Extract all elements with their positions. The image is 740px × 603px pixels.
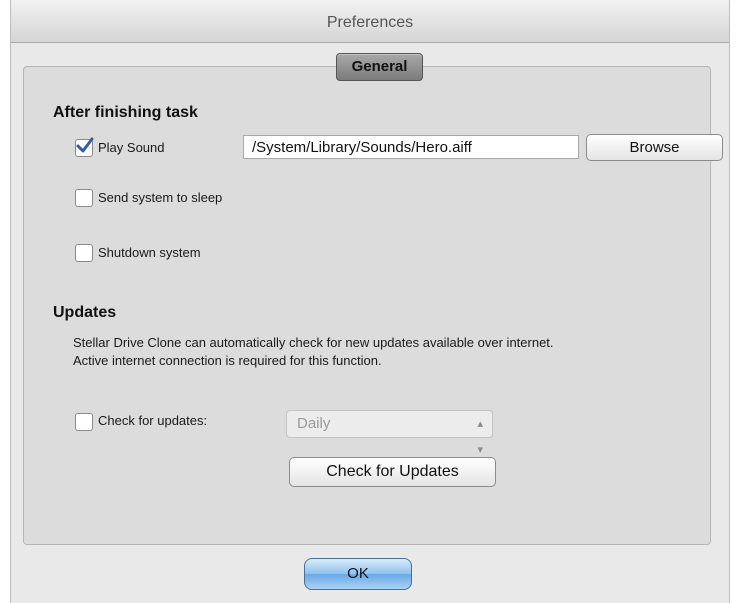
updates-heading: Updates <box>53 304 117 321</box>
send-sleep-label: Send system to sleep <box>98 190 223 205</box>
sound-path-field[interactable]: /System/Library/Sounds/Hero.aiff <box>243 135 579 159</box>
ok-button[interactable]: OK <box>304 558 412 590</box>
play-sound-label: Play Sound <box>98 140 165 155</box>
updates-description-line1: Stellar Drive Clone can automatically ch… <box>73 335 554 350</box>
shutdown-label: Shutdown system <box>98 245 201 260</box>
tab-general[interactable]: General <box>336 53 423 81</box>
title-bar[interactable]: Preferences <box>11 0 729 43</box>
check-updates-checkbox[interactable] <box>75 413 93 431</box>
check-updates-label: Check for updates: <box>98 413 208 428</box>
send-sleep-checkbox[interactable] <box>75 189 93 207</box>
play-sound-checkbox[interactable] <box>75 137 94 157</box>
after-task-heading: After finishing task <box>53 104 198 121</box>
browse-button[interactable]: Browse <box>586 134 723 161</box>
checkmark-icon <box>76 137 94 153</box>
preferences-window: Preferences General After finishing task… <box>10 0 730 603</box>
update-frequency-select[interactable]: Daily ▴ ▾ <box>286 410 493 456</box>
check-for-updates-button[interactable]: Check for Updates <box>289 457 496 487</box>
window-title: Preferences <box>326 14 414 31</box>
updown-arrows-icon: ▴ ▾ <box>477 418 483 456</box>
updates-description-line2: Active internet connection is required f… <box>73 353 382 368</box>
update-frequency-value: Daily <box>297 415 331 432</box>
shutdown-checkbox[interactable] <box>75 244 93 262</box>
